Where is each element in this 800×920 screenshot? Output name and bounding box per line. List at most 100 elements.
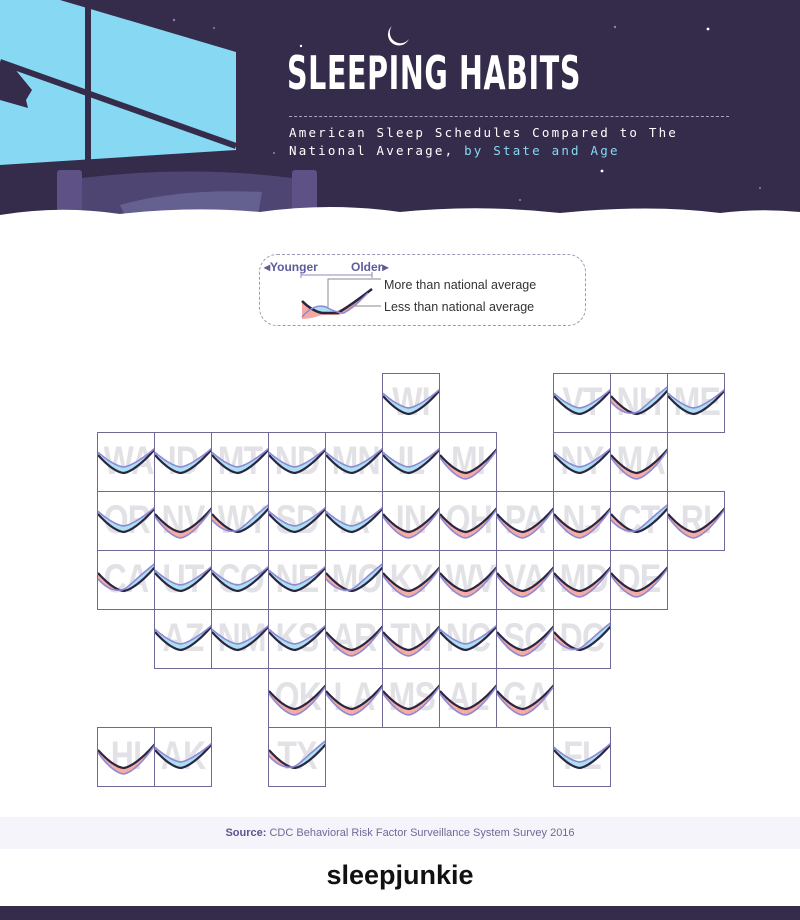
sleep-sparkline [554, 388, 610, 416]
sleep-sparkline [554, 742, 610, 770]
star-icon [172, 18, 176, 22]
sleep-sparkline [554, 566, 610, 598]
state-tile-md: MD [553, 550, 611, 610]
brand-logo: sleepjunkie [326, 860, 474, 890]
sleep-sparkline [611, 448, 667, 480]
state-tile-mt: MT [211, 432, 269, 492]
state-tile-dc: DC [553, 609, 611, 669]
state-tile-ky: KY [382, 550, 440, 610]
sleep-sparkline [326, 625, 382, 657]
sleep-sparkline [668, 507, 724, 539]
sleep-sparkline [440, 448, 496, 480]
subtitle-highlight: by State and Age [464, 143, 620, 158]
state-tile-ut: UT [154, 550, 212, 610]
page-subtitle: American Sleep Schedules Compared to The… [289, 124, 749, 160]
state-tile-ak: AK [154, 727, 212, 787]
state-tile-pa: PA [496, 491, 554, 551]
state-tile-nh: NH [610, 373, 668, 433]
sleep-sparkline [383, 507, 439, 539]
state-tile-il: IL [382, 432, 440, 492]
state-tile-va: VA [496, 550, 554, 610]
state-tile-ar: AR [325, 609, 383, 669]
state-tile-ne: NE [268, 550, 326, 610]
sleep-sparkline [98, 743, 154, 775]
state-tile-la: LA [325, 668, 383, 728]
sleep-sparkline [440, 624, 496, 652]
sleep-sparkline [497, 625, 553, 657]
sleep-sparkline [497, 507, 553, 539]
footer-bar [0, 906, 800, 920]
sleep-sparkline [155, 447, 211, 475]
star-icon [613, 25, 617, 29]
state-tile-wi: WI [382, 373, 440, 433]
state-tile-ct: CT [610, 491, 668, 551]
sleep-sparkline [554, 447, 610, 475]
state-tile-or: OR [97, 491, 155, 551]
state-tile-nd: ND [268, 432, 326, 492]
state-tile-ga: GA [496, 668, 554, 728]
moon-icon [387, 26, 409, 46]
state-tile-al: AL [439, 668, 497, 728]
bedroom-illustration [0, 0, 800, 218]
sleep-sparkline [383, 447, 439, 475]
star-icon [600, 169, 604, 173]
sleep-sparkline [269, 740, 325, 770]
state-tile-ia: IA [325, 491, 383, 551]
source-text: CDC Behavioral Risk Factor Surveillance … [269, 827, 575, 839]
state-tile-nj: NJ [553, 491, 611, 551]
sleep-sparkline [269, 565, 325, 593]
sleep-sparkline [212, 565, 268, 593]
state-tile-sc: SC [496, 609, 554, 669]
legend: ◂Younger Older▸ More than national avera… [259, 254, 586, 326]
state-tile-az: AZ [154, 609, 212, 669]
state-tile-mi: MI [439, 432, 497, 492]
sleep-sparkline [383, 625, 439, 657]
state-tile-nv: NV [154, 491, 212, 551]
sleep-sparkline [269, 447, 325, 475]
legend-more-label: More than national average [384, 278, 537, 292]
state-tile-nm: NM [211, 609, 269, 669]
state-tile-co: CO [211, 550, 269, 610]
sleep-sparkline [497, 684, 553, 716]
state-tile-ca: CA [97, 550, 155, 610]
state-tile-mo: MO [325, 550, 383, 610]
sleep-sparkline [326, 563, 382, 593]
sleep-sparkline [98, 447, 154, 475]
state-tile-oh: OH [439, 491, 497, 551]
state-tile-hi: HI [97, 727, 155, 787]
source-note: Source: CDC Behavioral Risk Factor Surve… [0, 817, 800, 849]
sleep-sparkline [212, 447, 268, 475]
sleep-sparkline [155, 742, 211, 770]
star-icon [706, 27, 710, 31]
sleep-sparkline [383, 388, 439, 416]
state-tile-me: ME [667, 373, 725, 433]
sleep-sparkline [611, 386, 667, 416]
sleep-sparkline [383, 684, 439, 716]
sleep-sparkline [497, 566, 553, 598]
source-label: Source: [225, 827, 267, 839]
sleep-sparkline [212, 504, 268, 534]
state-tile-tn: TN [382, 609, 440, 669]
page-title: SLEEPING HABITS [287, 46, 581, 100]
sleep-sparkline [554, 507, 610, 539]
star-icon [273, 152, 275, 154]
title-divider [289, 116, 729, 117]
sleep-sparkline [98, 563, 154, 593]
state-tile-nc: NC [439, 609, 497, 669]
state-tile-vt: VT [553, 373, 611, 433]
state-tile-de: DE [610, 550, 668, 610]
star-icon [213, 27, 215, 29]
state-tile-ma: MA [610, 432, 668, 492]
sleep-sparkline [440, 507, 496, 539]
state-tile-ri: RI [667, 491, 725, 551]
sleep-sparkline [269, 624, 325, 652]
sleep-sparkline [98, 506, 154, 534]
state-tile-ks: KS [268, 609, 326, 669]
sleep-sparkline [212, 624, 268, 652]
state-tile-mn: MN [325, 432, 383, 492]
legend-less-label: Less than national average [384, 300, 535, 314]
state-tile-id: ID [154, 432, 212, 492]
header-banner: SLEEPING HABITS American Sleep Schedules… [0, 0, 800, 218]
state-tile-tx: TX [268, 727, 326, 787]
sleep-sparkline [326, 447, 382, 475]
